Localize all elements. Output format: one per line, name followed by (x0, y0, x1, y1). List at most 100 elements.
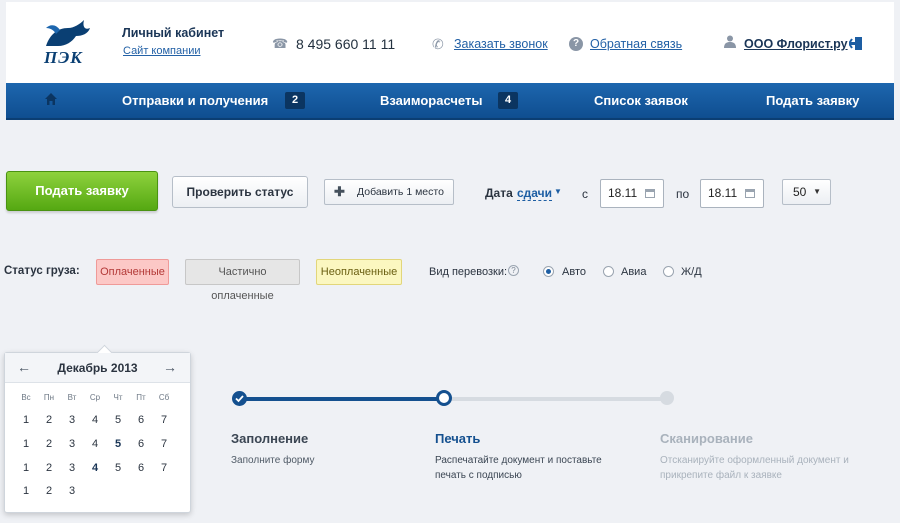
weekday-header: Пт (136, 393, 146, 402)
callback-phone-icon: ✆ (432, 36, 444, 52)
calendar-day[interactable]: 2 (39, 414, 59, 426)
step-current-marker (436, 390, 452, 406)
calendar-day[interactable]: 6 (131, 438, 151, 450)
calendar-day[interactable]: 7 (154, 438, 174, 450)
calendar-icon[interactable] (745, 189, 755, 198)
calendar-day[interactable]: 3 (62, 414, 82, 426)
calendar-day[interactable]: 5 (108, 438, 128, 450)
calendar-day[interactable]: 6 (131, 414, 151, 426)
add-place-button[interactable]: ✚ Добавить 1 место (324, 179, 454, 205)
transport-type-label: Вид перевозки: (429, 266, 508, 278)
nav-item-shipments[interactable]: Отправки и получения (122, 93, 268, 108)
phone-number: 8 495 660 11 11 (296, 36, 396, 52)
progress-line-todo (444, 397, 667, 401)
question-icon: ? (569, 37, 583, 51)
step-title-print: Печать (435, 431, 481, 446)
account-name-link[interactable]: ООО Флорист.ру (744, 37, 848, 51)
arrow-left-icon[interactable]: ← (17, 359, 31, 375)
radio-rail-label[interactable]: Ж/Д (681, 266, 702, 278)
step-desc-scan: Отсканируйте оформленный документ и прик… (660, 455, 849, 481)
radio-rail[interactable] (663, 266, 674, 277)
caret-down-icon: ▼ (813, 187, 821, 196)
weekday-header: Вт (67, 393, 77, 402)
top-header: ПЭК Личный кабинет Сайт компании ☎ 8 495… (6, 2, 894, 83)
date-mode-dropdown[interactable]: сдачи (517, 186, 553, 201)
feedback-link[interactable]: Обратная связь (590, 37, 682, 51)
add-place-label: Добавить 1 место (357, 186, 444, 198)
cargo-status-label: Статус груза: (4, 265, 80, 277)
calendar-day[interactable]: 3 (62, 462, 82, 474)
caret-down-icon[interactable]: ▼ (554, 187, 562, 196)
status-chip-paid[interactable]: Оплаченные (96, 259, 169, 285)
nav-item-submit-request[interactable]: Подать заявку (766, 93, 859, 108)
date-to-input[interactable]: 18.11 (700, 179, 764, 208)
step-desc-print: Распечатайте документ и поставьте печать… (435, 455, 602, 481)
weekday-header: Чт (113, 393, 123, 402)
cabinet-title: Личный кабинет (122, 26, 225, 40)
calendar-day[interactable]: 5 (108, 414, 128, 426)
calendar-day[interactable]: 1 (16, 438, 36, 450)
pek-logo[interactable]: ПЭК (40, 20, 96, 68)
date-picker-popup: Декабрь 2013 ← → Вс Пн Вт Ср Чт Пт Сб 1 2 3 4 5 6 7 1 2… (4, 352, 191, 513)
calendar-day[interactable]: 4 (85, 438, 105, 450)
step-title-scan: Сканирование (660, 431, 753, 446)
progress-line-done (239, 397, 444, 401)
calendar-icon[interactable] (645, 189, 655, 198)
submit-request-button[interactable]: Подать заявку (6, 171, 158, 211)
calendar-day[interactable]: 4 (85, 462, 105, 474)
logo-text: ПЭК (44, 48, 83, 67)
calendar-day[interactable]: 1 (16, 462, 36, 474)
request-callback-link[interactable]: Заказать звонок (454, 37, 548, 51)
weekday-header: Ср (89, 393, 101, 402)
check-status-button[interactable]: Проверить статус (172, 176, 308, 208)
plus-icon: ✚ (334, 184, 345, 199)
nav-item-settlements[interactable]: Взаиморасчеты (380, 93, 482, 108)
radio-auto-label[interactable]: Авто (562, 266, 586, 278)
date-picker-header: Декабрь 2013 ← → (5, 353, 190, 383)
radio-air[interactable] (603, 266, 614, 277)
calendar-day[interactable]: 2 (39, 485, 59, 497)
date-to-value: 18.11 (708, 186, 738, 200)
company-site-link[interactable]: Сайт компании (123, 45, 200, 57)
per-page-select[interactable]: 50 ▼ (782, 179, 831, 205)
calendar-day[interactable]: 3 (62, 485, 82, 497)
radio-air-label[interactable]: Авиа (621, 266, 646, 278)
step-title-fill: Заполнение (231, 431, 309, 446)
calendar-day[interactable]: 2 (39, 462, 59, 474)
nav-badge-shipments: 2 (285, 92, 305, 109)
calendar-day[interactable]: 6 (131, 462, 151, 474)
home-icon[interactable] (44, 92, 58, 106)
phone-icon: ☎ (272, 36, 289, 51)
calendar-day[interactable]: 3 (62, 438, 82, 450)
calendar-day[interactable]: 7 (154, 414, 174, 426)
date-label: Дата (485, 186, 513, 200)
weekday-header: Вс (21, 393, 31, 402)
calendar-day[interactable]: 1 (16, 414, 36, 426)
date-from-input[interactable]: 18.11 (600, 179, 664, 208)
per-page-value: 50 (793, 185, 807, 199)
logout-icon[interactable] (847, 37, 862, 53)
nav-item-requests[interactable]: Список заявок (594, 93, 688, 108)
weekday-header: Пн (43, 393, 55, 402)
calendar-day[interactable]: 2 (39, 438, 59, 450)
calendar-day[interactable]: 4 (85, 414, 105, 426)
help-icon[interactable]: ? (508, 265, 519, 276)
date-from-value: 18.11 (608, 186, 638, 200)
calendar-day[interactable]: 1 (16, 485, 36, 497)
user-icon (724, 35, 736, 51)
status-chip-partially-paid[interactable]: Частично оплаченные (185, 259, 300, 302)
weekday-header: Сб (158, 393, 170, 402)
step-todo-marker (660, 391, 674, 405)
step-desc-fill: Заполните форму (231, 455, 315, 466)
radio-auto[interactable] (543, 266, 554, 277)
date-to-label: по (676, 187, 690, 201)
check-icon (232, 391, 247, 406)
arrow-right-icon[interactable]: → (163, 359, 177, 375)
calendar-day[interactable]: 5 (108, 462, 128, 474)
dragon-emblem-icon (46, 20, 90, 46)
date-from-label: с (582, 187, 588, 201)
nav-badge-settlements: 4 (498, 92, 518, 109)
calendar-day[interactable]: 7 (154, 462, 174, 474)
main-nav: Отправки и получения 2 Взаиморасчеты 4 С… (6, 83, 894, 120)
status-chip-unpaid[interactable]: Неоплаченные (316, 259, 402, 285)
